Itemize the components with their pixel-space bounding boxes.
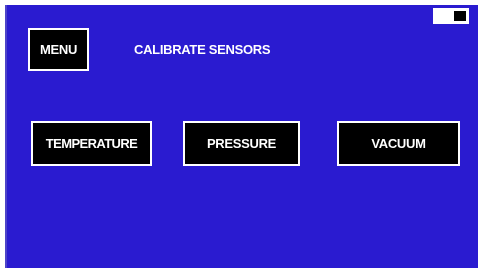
calibrate-sensors-screen: MENU CALIBRATE SENSORS TEMPERATURE PRESS… bbox=[5, 5, 478, 268]
temperature-button[interactable]: TEMPERATURE bbox=[31, 121, 152, 166]
menu-button[interactable]: MENU bbox=[28, 28, 89, 71]
page-title: CALIBRATE SENSORS bbox=[134, 42, 271, 57]
pressure-button[interactable]: PRESSURE bbox=[183, 121, 300, 166]
vacuum-button[interactable]: VACUUM bbox=[337, 121, 460, 166]
battery-level bbox=[454, 11, 466, 21]
battery-icon bbox=[433, 8, 469, 24]
